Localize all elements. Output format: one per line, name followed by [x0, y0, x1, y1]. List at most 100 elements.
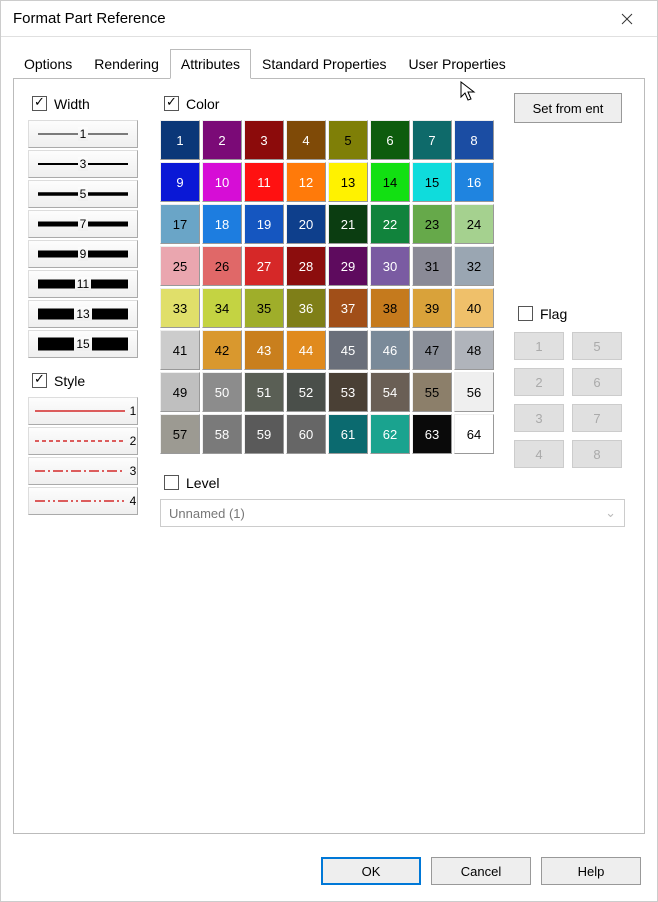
color-swatch-21[interactable]: 21: [328, 204, 368, 244]
color-swatch-27[interactable]: 27: [244, 246, 284, 286]
width-option-3[interactable]: 3: [28, 150, 138, 178]
color-swatch-61[interactable]: 61: [328, 414, 368, 454]
color-swatch-32[interactable]: 32: [454, 246, 494, 286]
color-swatch-44[interactable]: 44: [286, 330, 326, 370]
color-swatch-22[interactable]: 22: [370, 204, 410, 244]
flag-checkbox[interactable]: [518, 306, 533, 321]
color-swatch-9[interactable]: 9: [160, 162, 200, 202]
color-swatch-31[interactable]: 31: [412, 246, 452, 286]
color-swatch-12[interactable]: 12: [286, 162, 326, 202]
style-option-2[interactable]: 2: [28, 427, 138, 455]
color-swatch-10[interactable]: 10: [202, 162, 242, 202]
color-swatch-46[interactable]: 46: [370, 330, 410, 370]
cancel-button[interactable]: Cancel: [431, 857, 531, 885]
color-swatch-48[interactable]: 48: [454, 330, 494, 370]
color-swatch-13[interactable]: 13: [328, 162, 368, 202]
color-swatch-18[interactable]: 18: [202, 204, 242, 244]
color-swatch-20[interactable]: 20: [286, 204, 326, 244]
color-swatch-28[interactable]: 28: [286, 246, 326, 286]
color-swatch-57[interactable]: 57: [160, 414, 200, 454]
color-swatch-36[interactable]: 36: [286, 288, 326, 328]
flag-option-6: 6: [572, 368, 622, 396]
color-swatch-24[interactable]: 24: [454, 204, 494, 244]
close-icon: [621, 13, 633, 25]
level-checkbox[interactable]: [164, 475, 179, 490]
color-swatch-17[interactable]: 17: [160, 204, 200, 244]
color-swatch-52[interactable]: 52: [286, 372, 326, 412]
style-option-4[interactable]: 4: [28, 487, 138, 515]
color-swatch-58[interactable]: 58: [202, 414, 242, 454]
color-checkbox[interactable]: [164, 96, 179, 111]
width-label: Width: [54, 96, 90, 112]
width-option-11[interactable]: 11: [28, 270, 138, 298]
tab-attributes[interactable]: Attributes: [170, 49, 251, 79]
color-swatch-26[interactable]: 26: [202, 246, 242, 286]
width-option-9[interactable]: 9: [28, 240, 138, 268]
width-option-1[interactable]: 1: [28, 120, 138, 148]
color-swatch-6[interactable]: 6: [370, 120, 410, 160]
set-from-ent-button[interactable]: Set from ent: [514, 93, 622, 123]
color-label: Color: [186, 96, 219, 112]
width-option-5[interactable]: 5: [28, 180, 138, 208]
color-swatch-42[interactable]: 42: [202, 330, 242, 370]
color-swatch-38[interactable]: 38: [370, 288, 410, 328]
width-checkbox[interactable]: [32, 96, 47, 111]
width-option-15[interactable]: 15: [28, 330, 138, 358]
color-swatch-23[interactable]: 23: [412, 204, 452, 244]
color-swatch-2[interactable]: 2: [202, 120, 242, 160]
color-swatch-39[interactable]: 39: [412, 288, 452, 328]
color-swatch-54[interactable]: 54: [370, 372, 410, 412]
color-swatch-59[interactable]: 59: [244, 414, 284, 454]
color-swatch-60[interactable]: 60: [286, 414, 326, 454]
color-swatch-33[interactable]: 33: [160, 288, 200, 328]
flag-option-5: 5: [572, 332, 622, 360]
width-option-7[interactable]: 7: [28, 210, 138, 238]
color-swatch-53[interactable]: 53: [328, 372, 368, 412]
color-swatch-19[interactable]: 19: [244, 204, 284, 244]
color-swatch-63[interactable]: 63: [412, 414, 452, 454]
color-swatch-41[interactable]: 41: [160, 330, 200, 370]
level-label: Level: [186, 475, 219, 491]
color-swatch-14[interactable]: 14: [370, 162, 410, 202]
color-swatch-4[interactable]: 4: [286, 120, 326, 160]
color-swatch-34[interactable]: 34: [202, 288, 242, 328]
color-swatch-1[interactable]: 1: [160, 120, 200, 160]
style-option-3[interactable]: 3: [28, 457, 138, 485]
color-swatch-55[interactable]: 55: [412, 372, 452, 412]
color-swatch-62[interactable]: 62: [370, 414, 410, 454]
color-swatch-51[interactable]: 51: [244, 372, 284, 412]
color-swatch-50[interactable]: 50: [202, 372, 242, 412]
dialog-title: Format Part Reference: [13, 10, 605, 27]
style-checkbox[interactable]: [32, 373, 47, 388]
color-swatch-25[interactable]: 25: [160, 246, 200, 286]
color-swatch-56[interactable]: 56: [454, 372, 494, 412]
color-swatch-7[interactable]: 7: [412, 120, 452, 160]
color-swatch-8[interactable]: 8: [454, 120, 494, 160]
color-swatch-29[interactable]: 29: [328, 246, 368, 286]
color-swatch-64[interactable]: 64: [454, 414, 494, 454]
color-swatch-5[interactable]: 5: [328, 120, 368, 160]
color-swatch-35[interactable]: 35: [244, 288, 284, 328]
color-swatch-11[interactable]: 11: [244, 162, 284, 202]
color-swatch-37[interactable]: 37: [328, 288, 368, 328]
color-swatch-40[interactable]: 40: [454, 288, 494, 328]
color-swatch-15[interactable]: 15: [412, 162, 452, 202]
color-swatch-47[interactable]: 47: [412, 330, 452, 370]
tab-options[interactable]: Options: [13, 49, 83, 79]
flag-option-8: 8: [572, 440, 622, 468]
help-button[interactable]: Help: [541, 857, 641, 885]
color-swatch-43[interactable]: 43: [244, 330, 284, 370]
tab-user-properties[interactable]: User Properties: [398, 49, 517, 79]
color-swatch-49[interactable]: 49: [160, 372, 200, 412]
color-swatch-45[interactable]: 45: [328, 330, 368, 370]
tab-rendering[interactable]: Rendering: [83, 49, 170, 79]
flag-label: Flag: [540, 306, 567, 322]
color-swatch-30[interactable]: 30: [370, 246, 410, 286]
style-option-1[interactable]: 1: [28, 397, 138, 425]
width-option-13[interactable]: 13: [28, 300, 138, 328]
close-button[interactable]: [605, 1, 649, 37]
color-swatch-3[interactable]: 3: [244, 120, 284, 160]
tab-standard-properties[interactable]: Standard Properties: [251, 49, 398, 79]
ok-button[interactable]: OK: [321, 857, 421, 885]
color-swatch-16[interactable]: 16: [454, 162, 494, 202]
